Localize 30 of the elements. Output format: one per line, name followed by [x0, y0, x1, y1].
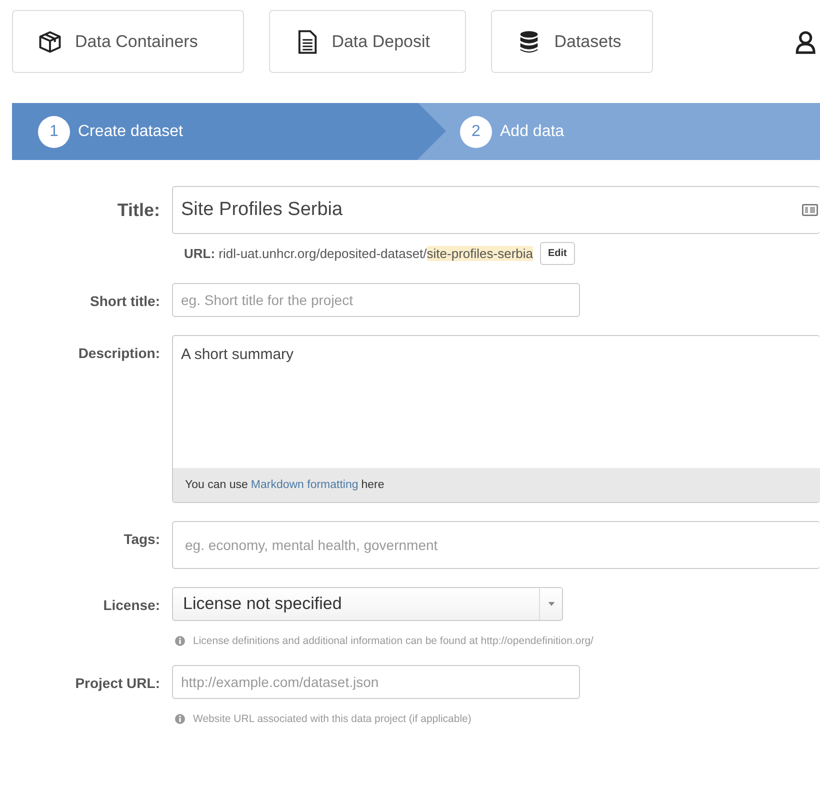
license-dropdown[interactable]: License not specified	[172, 587, 563, 621]
markdown-hint: You can use Markdown formatting here	[173, 468, 820, 502]
help-text: Website URL associated with this data project (if applicable)	[193, 713, 472, 725]
step-number: 2	[460, 116, 492, 148]
field-label: Project URL:	[75, 675, 160, 691]
field-label: License:	[103, 597, 160, 613]
nav-button[interactable]: Data Deposit	[268, 10, 466, 73]
step-number: 1	[38, 116, 70, 148]
markdown-link[interactable]: Markdown formatting	[250, 479, 358, 491]
step-label: Add data	[500, 122, 564, 140]
info-icon	[175, 714, 185, 724]
field-label: Short title:	[90, 293, 160, 309]
nav-button[interactable]: Data Containers	[12, 10, 244, 73]
nav-button[interactable]: Datasets	[491, 10, 653, 73]
box-icon	[37, 28, 63, 54]
help-text: License definitions and additional information can be found at http://opendefinition.org/	[193, 635, 594, 647]
field-label: Description:	[78, 345, 160, 361]
field-label: Title:	[117, 200, 160, 220]
description-field[interactable]: A short summary You can use Markdown formatting here	[172, 335, 820, 503]
url-text: URL: ridl-uat.unhcr.org/deposited-dataset/site-profiles-serbia	[184, 246, 533, 261]
step-label: Create dataset	[78, 122, 183, 140]
tags-field[interactable]: eg. economy, mental health, government	[172, 521, 820, 569]
title-field[interactable]: Site Profiles Serbia	[172, 186, 820, 234]
card-icon	[802, 204, 818, 216]
info-icon	[175, 636, 185, 646]
input-field[interactable]: http://example.com/dataset.json	[172, 665, 580, 699]
field-label: Tags:	[124, 531, 160, 547]
caret-icon	[548, 602, 554, 606]
input-field[interactable]: eg. Short title for the project	[172, 283, 580, 317]
edit-button[interactable]: Edit	[540, 242, 575, 265]
